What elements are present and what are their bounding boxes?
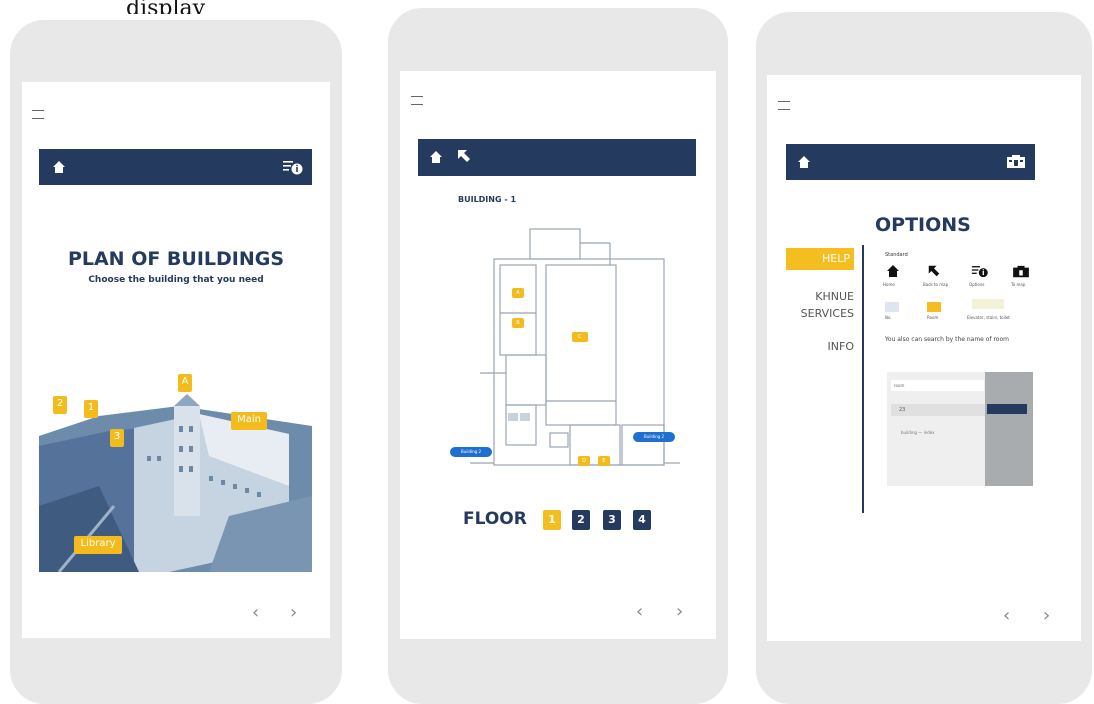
legend-caption-home: Home (883, 282, 895, 287)
help-heading: Standard (885, 252, 908, 258)
building-tag-main[interactable]: Main (231, 412, 267, 430)
caption-text: display (126, 0, 206, 14)
building-tag-library[interactable]: Library (74, 536, 122, 554)
search-hint-text: You also can search by the name of room (885, 336, 1009, 343)
pager: ‹ › (1003, 605, 1063, 627)
plan-room-tag-e[interactable]: E (598, 456, 610, 466)
map-legend-icon (1013, 265, 1029, 278)
plan-room-tag-d[interactable]: D (578, 456, 590, 466)
floor-button-4[interactable]: 4 (633, 510, 651, 530)
pager-prev-button[interactable]: ‹ (252, 602, 259, 623)
hamburger-menu-icon[interactable] (411, 96, 423, 105)
building-link-left[interactable]: Building 2 (450, 447, 492, 457)
home-icon[interactable] (429, 150, 443, 164)
home-icon[interactable] (797, 155, 811, 169)
search-field[interactable]: room (891, 380, 984, 391)
legend-caption-map: To map (1011, 282, 1026, 287)
building-tag-1[interactable]: 1 (84, 400, 98, 418)
building-label: BUILDING - 1 (458, 195, 517, 204)
menu-item-info[interactable]: INFO (786, 340, 854, 353)
legend-caption-back: Back to map (923, 282, 949, 287)
phone-screen-2: BUILDING - 1 A B C D E Building 2 Buildi… (400, 71, 716, 639)
search-result-row[interactable]: 23 (891, 404, 987, 416)
legend-room-badge (927, 302, 941, 312)
search-suggestion: building — index (901, 430, 935, 435)
hamburger-menu-icon[interactable] (32, 110, 44, 119)
pager-prev-button[interactable]: ‹ (1003, 605, 1010, 626)
floor-plan-map (470, 228, 680, 466)
legend-caption-room: Room (927, 315, 939, 320)
search-preview-side-panel (985, 372, 1033, 486)
building-tag-3[interactable]: 3 (110, 429, 124, 447)
building-tag-2[interactable]: 2 (53, 396, 67, 414)
floor-button-3[interactable]: 3 (603, 510, 621, 530)
to-map-icon[interactable] (1005, 154, 1027, 170)
floor-button-1[interactable]: 1 (543, 510, 561, 530)
top-bar (786, 144, 1035, 180)
phone-screen-3: OPTIONS HELP KHNUE SERVICES INFO Standar… (767, 75, 1081, 641)
info-list-icon[interactable] (282, 158, 304, 176)
page-title: PLAN OF BUILDINGS (67, 248, 285, 270)
pager: ‹ › (636, 601, 696, 623)
legend-caption-number: No. (885, 315, 892, 320)
pager-prev-button[interactable]: ‹ (636, 601, 643, 622)
floor-label: FLOOR (463, 509, 527, 529)
home-icon[interactable] (52, 160, 66, 174)
menu-item-khnue-services[interactable]: KHNUE SERVICES (786, 288, 854, 322)
plan-room-tag-b[interactable]: B (512, 318, 524, 328)
plan-room-tag-a[interactable]: A (512, 288, 524, 298)
options-title: OPTIONS (875, 214, 971, 236)
legend-number-badge (885, 302, 899, 312)
pager-next-button[interactable]: › (290, 602, 297, 623)
page-subtitle: Choose the building that you need (88, 275, 264, 285)
hamburger-menu-icon[interactable] (778, 101, 790, 110)
pager-next-button[interactable]: › (1043, 605, 1050, 626)
back-arrow-legend-icon (928, 265, 940, 277)
menu-divider (862, 245, 864, 513)
floor-button-2[interactable]: 2 (572, 510, 590, 530)
legend-caption-stairs: Elevator, stairs, toilet (967, 315, 1010, 320)
building-tag-a[interactable]: A (178, 374, 192, 392)
menu-item-help[interactable]: HELP (786, 248, 854, 270)
info-legend-icon (971, 266, 988, 278)
top-bar (39, 149, 312, 185)
phone-screen-1: PLAN OF BUILDINGS Choose the building th… (22, 82, 330, 638)
plan-room-tag-c[interactable]: C (572, 332, 588, 342)
legend-caption-options: Options (969, 282, 985, 287)
pager-next-button[interactable]: › (676, 601, 683, 622)
top-bar (418, 139, 696, 176)
back-to-map-icon[interactable] (456, 148, 472, 164)
legend-stairs-badge (972, 299, 1004, 309)
building-link-right[interactable]: Building 2 (633, 432, 675, 442)
search-preview: room 23 building — index (887, 372, 1033, 486)
pager: ‹ › (252, 602, 312, 624)
home-legend-icon (887, 265, 899, 277)
